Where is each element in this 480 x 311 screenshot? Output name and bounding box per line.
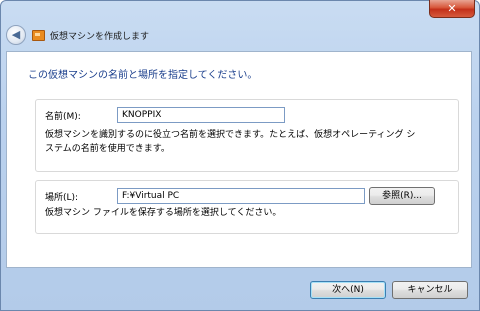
- back-arrow-icon: ◀: [11, 28, 21, 41]
- name-description-line1: 仮想マシンを識別するのに役立つ名前を選択できます。たとえば、仮想オペレーティング…: [45, 130, 416, 140]
- location-description: 仮想マシン ファイルを保存する場所を選択してください。: [45, 208, 282, 218]
- virtual-pc-icon: [32, 29, 45, 41]
- browse-button[interactable]: 参照(R)...: [369, 187, 435, 205]
- location-label: 場所(L):: [45, 193, 79, 203]
- page-heading: この仮想マシンの名前と場所を指定してください。: [28, 70, 258, 81]
- window-title: 仮想マシンを作成します: [50, 31, 150, 42]
- name-description-line2: ステムの名前を使用できます。: [45, 144, 170, 154]
- location-input[interactable]: F:¥Virtual PC: [117, 188, 365, 204]
- name-label: 名前(M):: [45, 112, 81, 122]
- back-button[interactable]: ◀: [6, 25, 26, 45]
- close-button[interactable]: ✕: [429, 0, 475, 18]
- close-icon: ✕: [447, 2, 457, 15]
- next-button[interactable]: 次へ(N): [310, 281, 386, 299]
- cancel-button[interactable]: キャンセル: [392, 281, 468, 299]
- title-bar: ◀ 仮想マシンを作成します: [6, 22, 472, 48]
- name-input[interactable]: KNOPPIX: [117, 107, 285, 123]
